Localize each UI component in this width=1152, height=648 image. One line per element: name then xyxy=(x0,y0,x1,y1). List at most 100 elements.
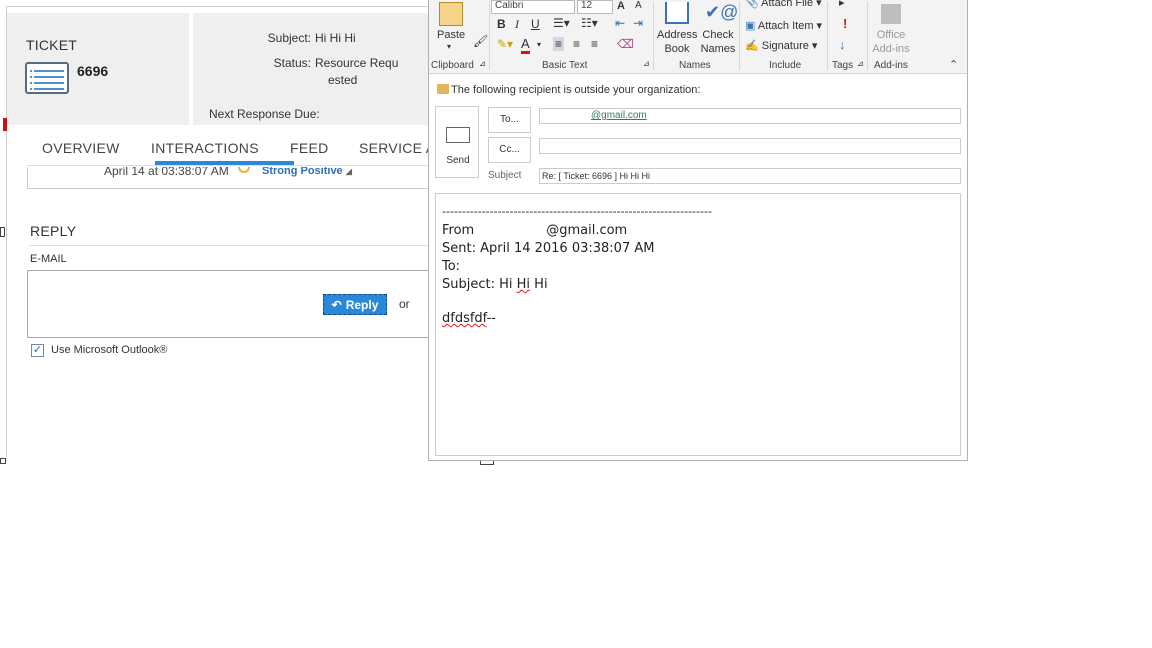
ribbon: Paste ▾ 🖌 Clipboard ⊿ Calibri 12 A A B I… xyxy=(429,0,967,74)
underline-icon[interactable]: U xyxy=(531,17,540,31)
body-from-value: @gmail.com xyxy=(546,223,628,238)
reply-divider xyxy=(29,245,430,246)
feed-sentiment: Strong Positive ◢ xyxy=(262,167,352,177)
address-book-button[interactable]: Address Book xyxy=(657,28,697,56)
check-names-icon[interactable]: ✔@ xyxy=(705,2,738,23)
align-left-icon[interactable]: ≡ xyxy=(553,37,565,51)
reply-button[interactable]: ↶ Reply xyxy=(323,294,387,315)
to-recipient[interactable]: @gmail.com xyxy=(591,110,647,121)
error-marker xyxy=(3,118,7,131)
subject-value: Hi Hi Hi xyxy=(315,31,356,45)
attach-item-icon: ▣ xyxy=(745,20,756,32)
attach-file-label: Attach File xyxy=(761,0,814,9)
attach-item-label: Attach Item xyxy=(757,20,814,32)
check-names-l1: Check xyxy=(702,29,734,41)
ticket-tabs: OVERVIEW INTERACTIONS FEED SERVICE A xyxy=(27,135,430,166)
ticket-header: TICKET 6696 xyxy=(7,13,189,125)
ribbon-separator xyxy=(653,2,654,70)
subject-label: Subject: xyxy=(267,31,311,45)
address-book-l2: Book xyxy=(664,43,690,55)
highlight-icon[interactable]: ✎▾ xyxy=(497,37,513,51)
subject-field[interactable]: Re: [ Ticket: 6696 ] Hi Hi Hi xyxy=(539,168,961,184)
tab-service[interactable]: SERVICE A xyxy=(359,140,430,156)
external-recipient-notice: The following recipient is outside your … xyxy=(451,84,701,96)
office-addins-icon[interactable] xyxy=(881,4,901,24)
feed-row: April 14 at 03:38:07 AM Strong Positive … xyxy=(27,167,430,189)
body-text-word: dfdsfdf xyxy=(442,311,487,326)
message-body[interactable]: ----------------------------------------… xyxy=(435,193,961,456)
font-size-box[interactable]: 12 xyxy=(577,0,613,14)
signature-button[interactable]: ✍ Signature ▾ xyxy=(745,39,817,52)
ticket-title: TICKET xyxy=(26,37,77,53)
body-subject-prefix: Subject: Hi xyxy=(442,277,517,292)
paste-button[interactable]: Paste xyxy=(437,29,465,41)
check-names-button[interactable]: Check Names xyxy=(699,28,737,56)
tab-feed[interactable]: FEED xyxy=(290,140,329,156)
basic-text-launcher-icon[interactable]: ⊿ xyxy=(643,59,650,68)
body-subject-suffix: Hi xyxy=(530,277,548,292)
follow-up-icon[interactable]: ▸ xyxy=(839,0,845,9)
shrink-font-icon[interactable]: A xyxy=(635,0,642,11)
align-right-icon[interactable]: ≡ xyxy=(591,37,598,51)
or-text: or xyxy=(399,297,410,311)
collapse-ribbon-icon[interactable]: ⌃ xyxy=(949,58,958,71)
grow-font-icon[interactable]: A xyxy=(617,0,625,12)
ticket-icon xyxy=(25,62,69,94)
email-label: E-MAIL xyxy=(30,253,67,265)
use-outlook-checkbox[interactable]: ✓ xyxy=(31,344,44,357)
body-from: From @gmail.com xyxy=(442,223,627,238)
cc-button[interactable]: Cc... xyxy=(488,137,531,163)
office-addins-l1: Office xyxy=(876,29,906,41)
address-book-icon[interactable] xyxy=(665,2,689,24)
attach-file-button[interactable]: 📎 Attach File ▾ xyxy=(745,0,822,9)
clipboard-launcher-icon[interactable]: ⊿ xyxy=(479,59,486,68)
sort-triangle-icon: ◢ xyxy=(345,167,352,176)
ribbon-separator xyxy=(867,2,868,70)
font-name-box[interactable]: Calibri xyxy=(491,0,575,14)
tags-launcher-icon[interactable]: ⊿ xyxy=(857,59,864,68)
clear-formatting-icon[interactable]: ⌫ xyxy=(617,37,634,51)
outlook-compose-window: Paste ▾ 🖌 Clipboard ⊿ Calibri 12 A A B I… xyxy=(428,0,968,461)
send-button[interactable]: Send xyxy=(435,106,479,178)
tab-interactions[interactable]: INTERACTIONS xyxy=(151,140,259,156)
paperclip-icon: 📎 xyxy=(745,0,759,9)
group-include: Include xyxy=(769,60,802,71)
bold-icon[interactable]: B xyxy=(497,17,506,31)
to-button[interactable]: To... xyxy=(488,107,531,133)
resize-handle[interactable] xyxy=(0,227,5,237)
cc-field[interactable] xyxy=(539,138,961,154)
check-names-l2: Names xyxy=(700,43,736,55)
format-painter-icon[interactable]: 🖌 xyxy=(473,34,488,48)
font-color-icon[interactable]: A xyxy=(521,36,530,54)
group-basic-text: Basic Text xyxy=(542,60,588,71)
low-importance-icon[interactable]: ↓ xyxy=(839,37,846,52)
decrease-indent-icon[interactable]: ⇤ xyxy=(615,16,625,30)
bullets-icon[interactable]: ☰▾ xyxy=(553,16,570,30)
body-from-label: From xyxy=(442,223,475,238)
attach-item-button[interactable]: ▣ Attach Item ▾ xyxy=(745,19,822,32)
status-label: Status: xyxy=(273,56,311,70)
office-addins-button[interactable]: Office Add-ins xyxy=(869,28,913,56)
group-names: Names xyxy=(679,60,711,71)
italic-icon[interactable]: I xyxy=(515,17,519,32)
info-envelope-icon xyxy=(437,84,449,94)
paste-icon[interactable] xyxy=(439,2,463,26)
body-to: To: xyxy=(442,259,461,274)
paste-dropdown-icon[interactable]: ▾ xyxy=(447,42,451,51)
body-subject-word: Hi xyxy=(516,277,531,292)
signature-icon: ✍ xyxy=(745,40,759,52)
tab-overview[interactable]: OVERVIEW xyxy=(42,140,120,156)
numbering-icon[interactable]: ☷▾ xyxy=(581,16,598,30)
body-text: dfdsfdf-- xyxy=(442,311,496,326)
sentiment-icon xyxy=(238,167,250,173)
align-center-icon[interactable]: ≡ xyxy=(573,37,580,51)
body-subject: Subject: Hi Hi Hi xyxy=(442,277,548,292)
increase-indent-icon[interactable]: ⇥ xyxy=(633,16,643,30)
ribbon-separator xyxy=(489,2,490,70)
high-importance-icon[interactable]: ! xyxy=(843,16,847,31)
font-color-dropdown-icon[interactable]: ▾ xyxy=(537,40,541,49)
use-outlook-label: Use Microsoft Outlook® xyxy=(51,344,168,356)
reply-arrow-icon: ↶ xyxy=(331,297,342,312)
resize-handle[interactable] xyxy=(0,458,6,464)
status-value-cont: ested xyxy=(328,73,358,87)
